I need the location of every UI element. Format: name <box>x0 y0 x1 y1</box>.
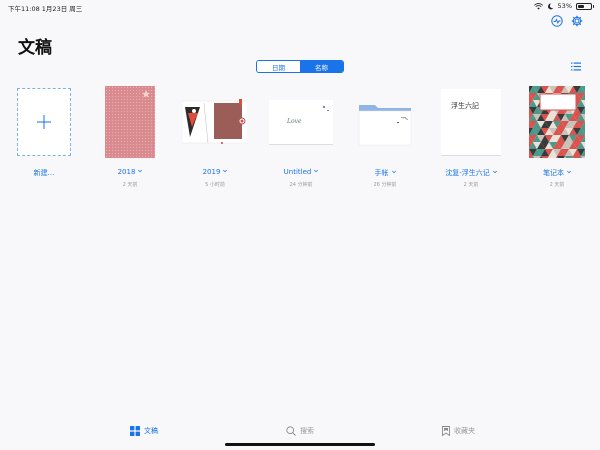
sort-by-name-button[interactable]: 名称 <box>300 61 343 72</box>
moon-icon <box>547 3 553 9</box>
document-item-notebook[interactable]: 笔记本 2 天前 <box>518 86 596 196</box>
document-title[interactable]: 沈复-浮生六记 <box>432 168 510 178</box>
document-item-fusheng[interactable]: 浮生六記 沈复-浮生六记 2 天前 <box>432 86 510 196</box>
document-title[interactable]: 手帐 <box>346 168 424 178</box>
new-document-item[interactable]: 新建... <box>5 86 83 196</box>
document-title[interactable]: 2018 <box>91 168 169 176</box>
home-indicator <box>225 443 375 446</box>
tab-favorites[interactable]: 收藏夹 <box>442 426 475 436</box>
document-item-shouzhang[interactable]: 手帐 26 分钟前 <box>346 86 424 196</box>
page-title: 文稿 <box>18 38 52 58</box>
list-view-icon[interactable] <box>571 62 581 71</box>
document-modified: 2 天前 <box>549 182 565 188</box>
tab-label: 文稿 <box>144 427 158 435</box>
activity-button[interactable] <box>550 14 564 28</box>
tab-label: 收藏夹 <box>454 427 475 435</box>
document-title[interactable]: 2019 <box>176 168 254 176</box>
plus-icon <box>37 115 51 129</box>
tab-label: 搜索 <box>300 427 314 435</box>
document-item-2018[interactable]: 2018 2 天前 <box>91 86 169 196</box>
battery-fill <box>578 4 585 8</box>
document-item-2019[interactable]: 2019 5 小时前 <box>176 86 254 196</box>
tab-documents[interactable]: 文稿 <box>130 426 158 436</box>
thumbnail-text: 浮生六記 <box>451 101 479 110</box>
status-time: 下午11:08 1月23日 周三 <box>8 5 83 13</box>
folder-thumbnail <box>358 105 412 146</box>
activity-icon <box>551 15 563 27</box>
journal-spread-cover <box>182 99 248 144</box>
bookmark-icon <box>442 426 450 436</box>
untitled-thumbnail: Love <box>269 99 333 145</box>
tab-search[interactable]: 搜索 <box>286 426 314 436</box>
chevron-down-icon <box>391 170 396 174</box>
pink-notebook-cover <box>105 86 155 158</box>
battery-icon <box>576 2 594 10</box>
document-modified: 2 天前 <box>122 182 138 188</box>
document-modified: 26 分钟前 <box>373 182 397 188</box>
chevron-down-icon <box>223 169 228 173</box>
battery-percent: 53% <box>557 2 572 10</box>
document-modified: 2 天前 <box>463 182 479 188</box>
search-icon <box>286 426 296 436</box>
chevron-down-icon <box>314 169 319 173</box>
grid-icon <box>130 426 140 436</box>
document-title[interactable]: 笔记本 <box>518 168 596 178</box>
new-document-thumbnail[interactable] <box>17 88 71 156</box>
thumbnail-text: Love <box>287 117 302 125</box>
settings-button[interactable] <box>570 14 584 28</box>
document-title[interactable]: Untitled <box>262 168 340 176</box>
chevron-down-icon <box>138 169 143 173</box>
document-modified: 24 分钟前 <box>289 182 313 188</box>
sort-by-date-button[interactable]: 日期 <box>257 61 300 72</box>
triangle-notebook-cover <box>529 86 585 158</box>
wifi-icon <box>533 2 543 10</box>
document-modified: 5 小时前 <box>205 182 225 188</box>
chevron-down-icon <box>567 170 571 174</box>
fusheng-thumbnail: 浮生六記 <box>441 88 501 156</box>
sort-segmented-control: 日期 名称 <box>256 60 344 73</box>
gear-icon <box>571 15 583 27</box>
status-bar: 下午11:08 1月23日 周三 53% <box>0 0 600 14</box>
chevron-down-icon <box>492 170 497 174</box>
document-item-untitled[interactable]: Love Untitled 24 分钟前 <box>262 86 340 196</box>
document-title: 新建... <box>33 169 55 177</box>
